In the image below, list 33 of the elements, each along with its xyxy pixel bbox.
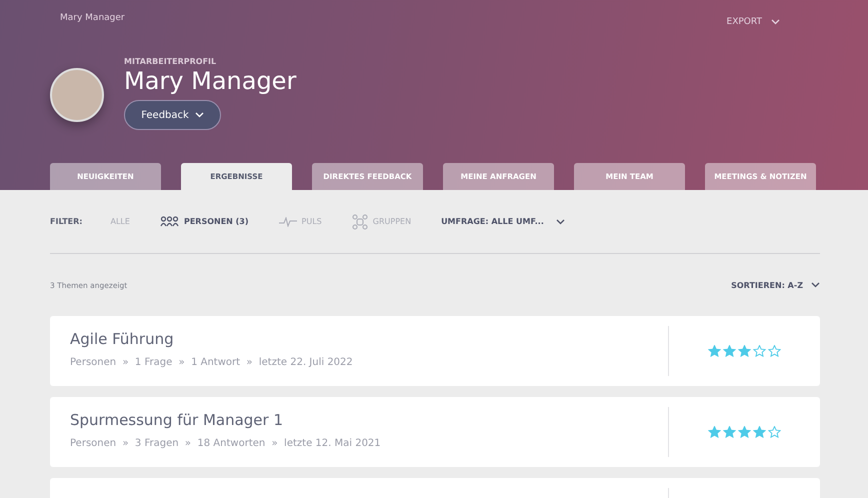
feedback-button[interactable]: Feedback	[124, 100, 221, 130]
filled-star-icon	[738, 345, 751, 357]
filled-star-icon	[708, 426, 721, 438]
breadcrumb[interactable]: Mary Manager	[60, 13, 125, 30]
topic-title: Agile Führung	[70, 330, 175, 348]
filter-option[interactable]: PERSONEN (3)	[160, 216, 249, 227]
topic-card[interactable]: Agile Führung Personen » 1 Frage » 1 Antwort » letzte 22. Juli 2022	[50, 316, 820, 386]
network-icon	[352, 214, 368, 230]
chevron-down-icon	[556, 218, 565, 224]
filled-star-icon	[738, 426, 751, 438]
sort-dropdown[interactable]: SORTIEREN: A-Z	[731, 280, 820, 290]
export-button[interactable]: EXPORT	[726, 13, 780, 30]
profile-label: MITARBEITERPROFIL	[124, 57, 218, 66]
topic-card[interactable]: Spurmessung für Manager 1 Personen » 3 Fragen » 18 Antworten » letzte 12. Mai 2021	[50, 397, 820, 467]
chevron-down-icon	[771, 18, 780, 24]
chevron-down-icon	[194, 112, 204, 118]
topic-meta: Personen » 1 Frage » 1 Antwort » letzte 22. Juli 2022	[70, 357, 354, 368]
filter-label: FILTER:	[50, 217, 82, 226]
empty-star-icon	[753, 345, 766, 357]
filled-star-icon	[723, 426, 736, 438]
empty-star-icon	[768, 426, 781, 438]
filled-star-icon	[753, 426, 766, 438]
survey-dropdown[interactable]: UMFRAGE: ALLE UMF...	[441, 217, 565, 226]
avatar-photo-placeholder	[50, 68, 104, 122]
filled-star-icon	[708, 345, 721, 357]
topic-meta: Personen » 3 Fragen » 18 Antworten » letzte 12. Mai 2021	[70, 438, 382, 449]
profile-name: Mary Manager	[124, 67, 296, 95]
people-icon	[160, 216, 179, 227]
pulse-icon	[278, 216, 297, 226]
filled-star-icon	[723, 345, 736, 357]
topic-title: Spurmessung für Manager 1	[70, 411, 284, 429]
chevron-down-icon	[811, 282, 820, 288]
empty-star-icon	[768, 345, 781, 357]
